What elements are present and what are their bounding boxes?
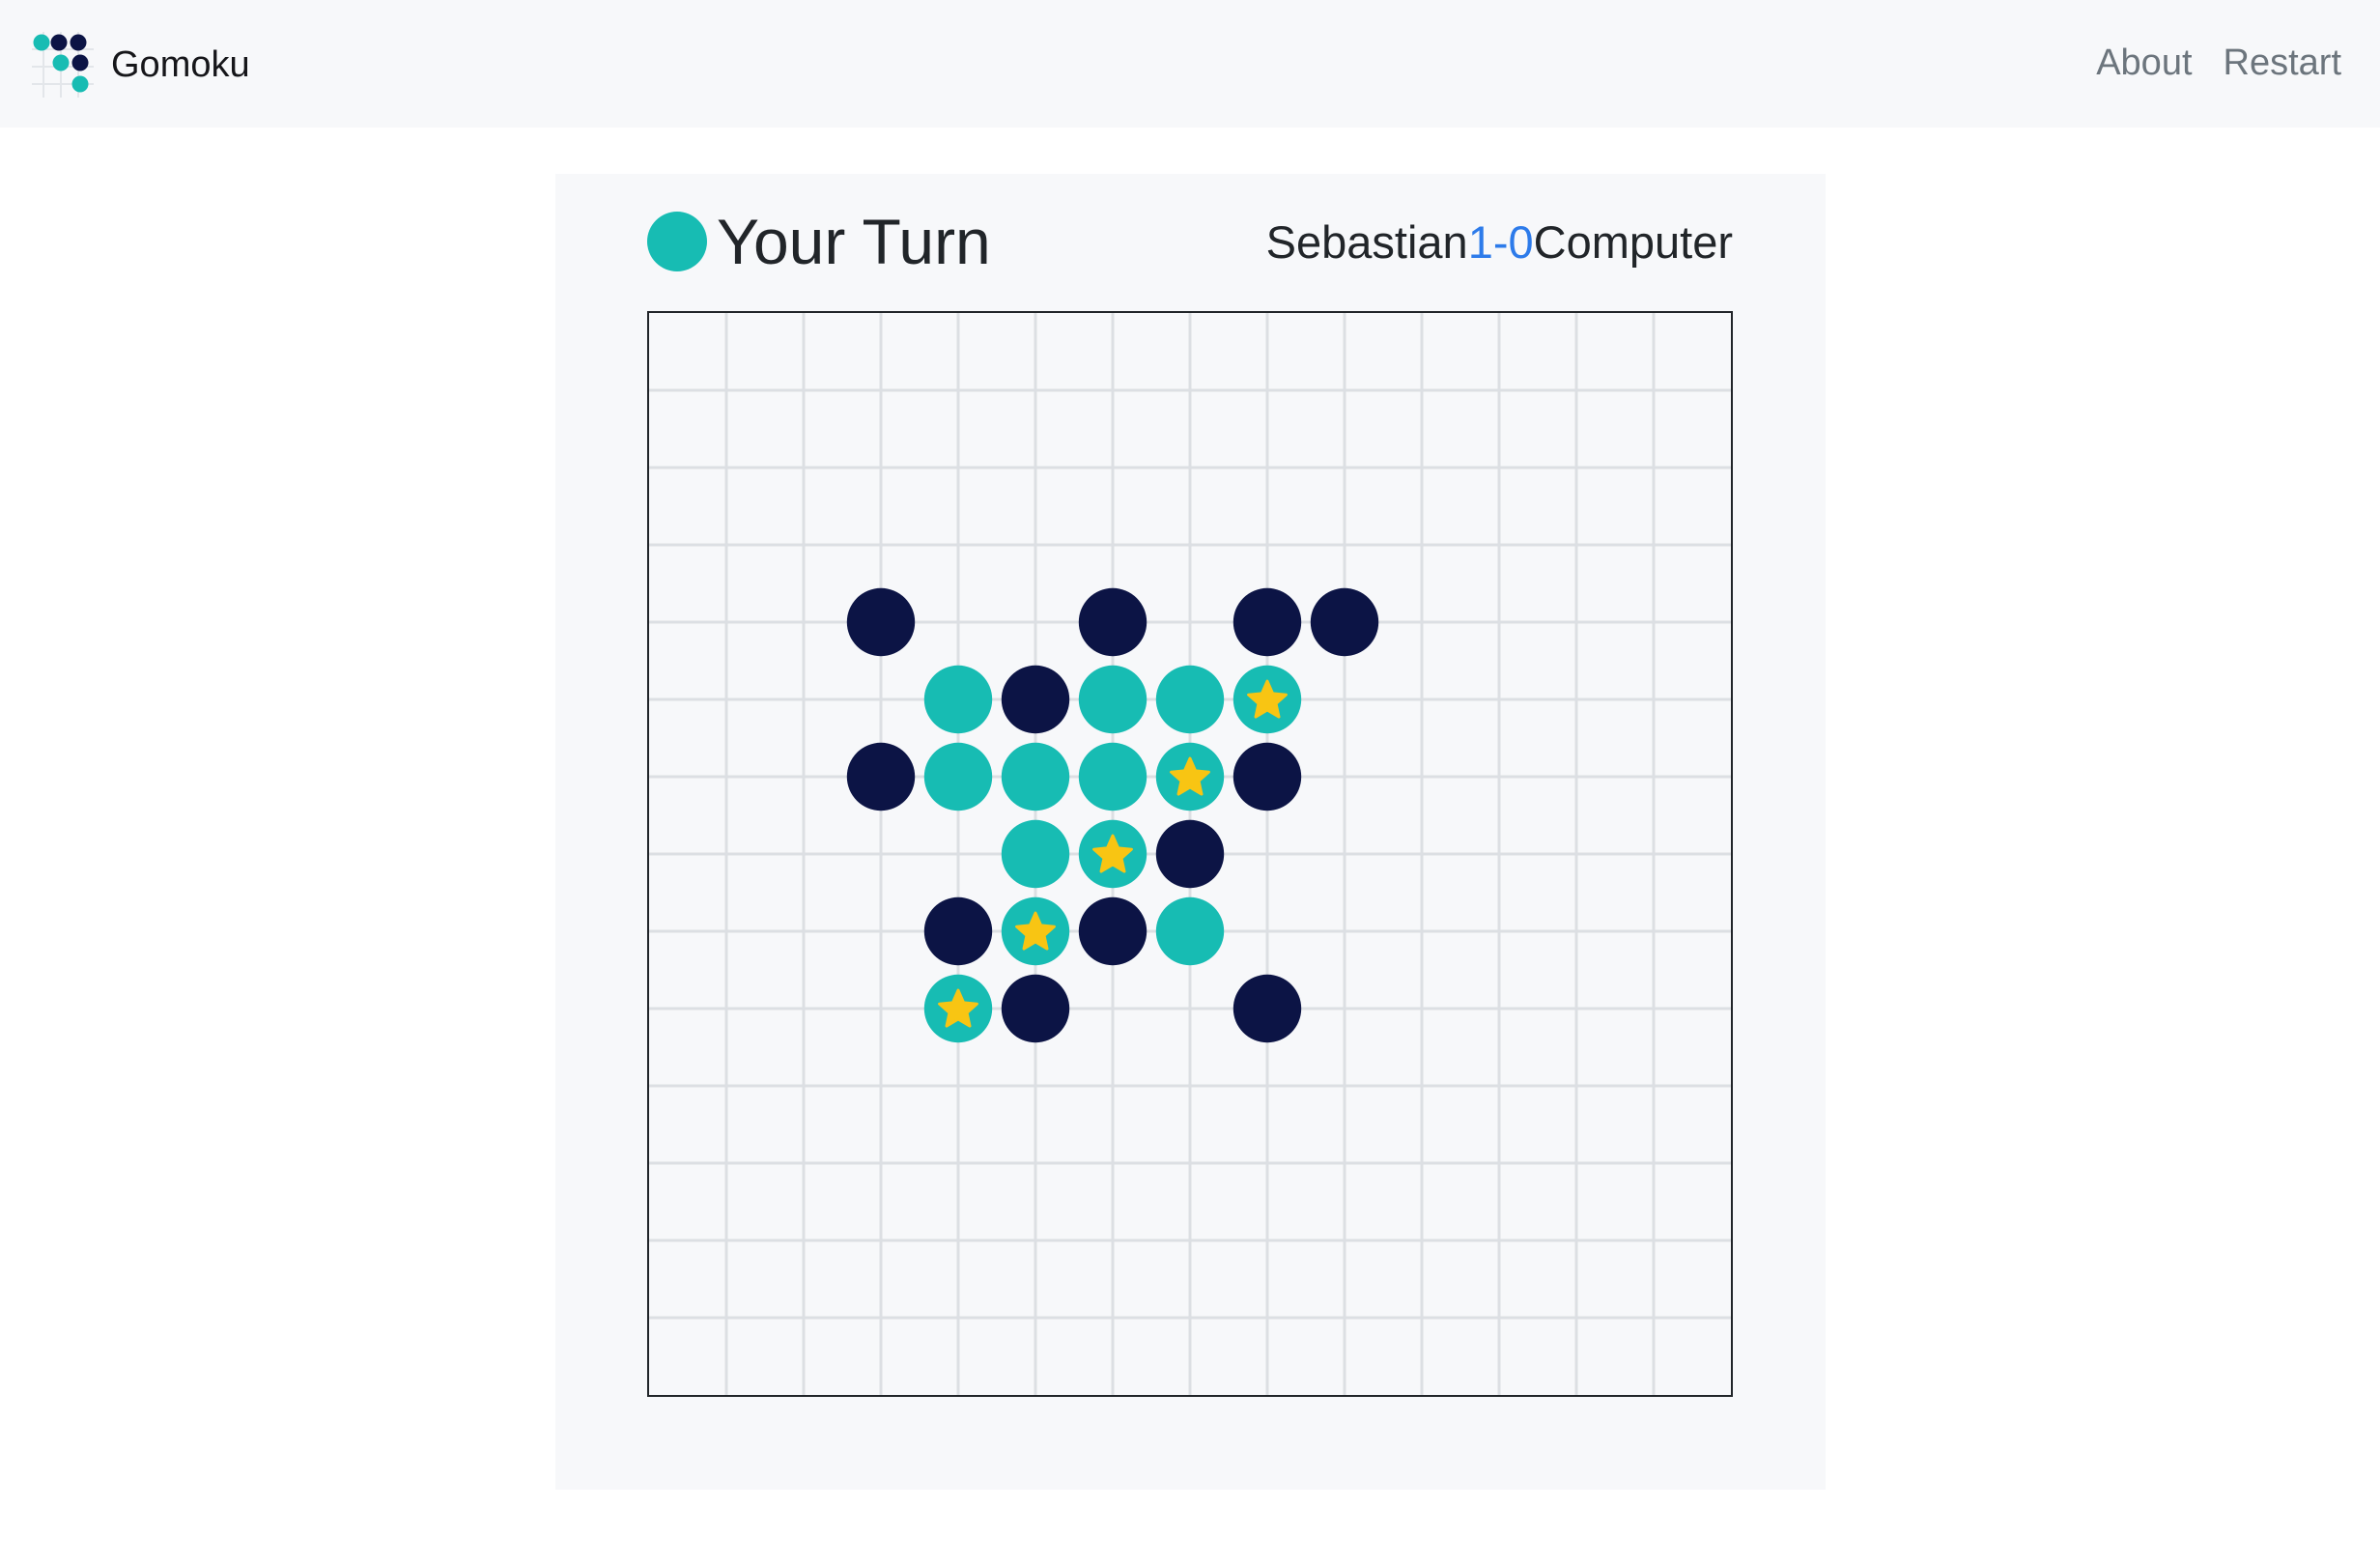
brand-name: Gomoku xyxy=(111,44,250,85)
computer-stone xyxy=(846,587,916,657)
computer-stone xyxy=(846,742,916,811)
nav-links: About Restart xyxy=(2096,39,2341,87)
turn-text: Your Turn xyxy=(717,206,991,277)
computer-stone xyxy=(923,896,993,966)
computer-stone xyxy=(1232,974,1302,1043)
player-stone xyxy=(1155,665,1225,734)
navbar: Gomoku About Restart xyxy=(0,0,2380,128)
nav-restart-link[interactable]: Restart xyxy=(2224,39,2341,87)
computer-stone xyxy=(1078,587,1148,657)
computer-stone xyxy=(1001,665,1070,734)
player-score: 1 xyxy=(1467,215,1493,268)
game-panel: Your Turn Sebastian 1 - 0 Computer xyxy=(555,174,1826,1490)
computer-stone xyxy=(1232,587,1302,657)
teal-stone-icon xyxy=(647,212,707,271)
player-stone xyxy=(1001,742,1070,811)
computer-score: 0 xyxy=(1508,215,1534,268)
brand-link[interactable]: Gomoku xyxy=(32,32,250,98)
gomoku-logo-icon xyxy=(32,32,94,98)
player-stone xyxy=(1155,896,1225,966)
player-stone xyxy=(1078,665,1148,734)
game-board[interactable] xyxy=(647,311,1733,1397)
computer-stone xyxy=(1310,587,1379,657)
computer-stone xyxy=(1232,742,1302,811)
scoreboard: Sebastian 1 - 0 Computer xyxy=(1266,203,1733,280)
player-stone xyxy=(1078,742,1148,811)
nav-about-link[interactable]: About xyxy=(2096,39,2192,87)
player-name: Sebastian xyxy=(1265,215,1468,268)
player-stone xyxy=(923,665,993,734)
player-stone xyxy=(923,742,993,811)
board-grid[interactable] xyxy=(649,313,1731,1395)
computer-stone xyxy=(1078,896,1148,966)
turn-indicator: Your Turn xyxy=(647,203,991,280)
score-separator: - xyxy=(1492,215,1509,268)
computer-stone xyxy=(1155,819,1225,889)
player-stone xyxy=(1001,819,1070,889)
computer-name: Computer xyxy=(1533,215,1733,268)
computer-stone xyxy=(1001,974,1070,1043)
